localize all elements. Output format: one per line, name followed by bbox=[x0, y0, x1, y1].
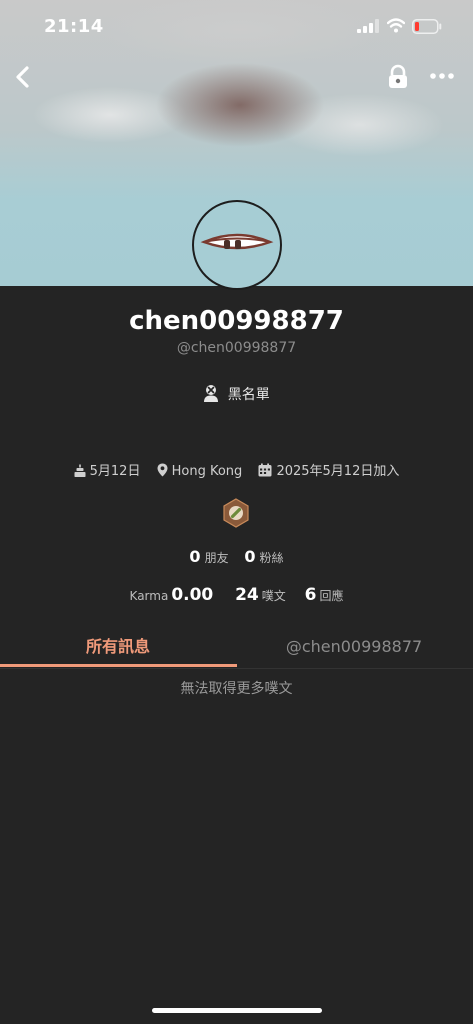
karma-stat: Karma 0.00 bbox=[130, 585, 217, 605]
back-chevron-icon[interactable] bbox=[12, 64, 36, 90]
location-item: Hong Kong bbox=[157, 463, 243, 479]
friends-count[interactable]: 0 朋友 bbox=[189, 547, 228, 566]
cellular-signal-icon bbox=[357, 19, 379, 33]
plurks-value: 24 bbox=[235, 585, 259, 605]
birthday-item: 5月12日 bbox=[74, 460, 141, 479]
profile-handle: @chen00998877 bbox=[176, 340, 297, 356]
tab-all-messages[interactable]: 所有訊息 bbox=[0, 627, 236, 667]
joined-item: 2025年5月12日加入 bbox=[258, 460, 399, 479]
responses-value: 6 bbox=[304, 585, 317, 605]
birthday-text: 5月12日 bbox=[89, 464, 141, 479]
karma-value: 0.00 bbox=[171, 585, 214, 605]
responses-stat: 6 回應 bbox=[302, 585, 344, 605]
profile-meta-row: 5月12日 Hong Kong 2025年5月12日加入 bbox=[0, 460, 473, 479]
active-tab-indicator bbox=[0, 664, 237, 667]
joined-text: 2025年5月12日加入 bbox=[276, 464, 400, 479]
profile-display-name: chen00998877 bbox=[129, 306, 344, 336]
achievement-badge-icon[interactable] bbox=[222, 498, 250, 528]
avatar[interactable] bbox=[192, 200, 282, 290]
blocked-user-icon bbox=[204, 385, 219, 402]
battery-low-icon bbox=[412, 19, 442, 34]
status-bar: 21:14 bbox=[0, 0, 473, 52]
home-indicator[interactable] bbox=[152, 1008, 322, 1013]
eye-drawing-avatar-image bbox=[200, 233, 274, 250]
birthday-cake-icon bbox=[74, 464, 86, 477]
plurks-stat: 24 噗文 bbox=[232, 585, 286, 605]
friends-count-value: 0 bbox=[189, 547, 201, 566]
blacklist-label: 黑名單 bbox=[227, 387, 270, 403]
blacklist-status[interactable]: 黑名單 bbox=[0, 384, 473, 404]
fans-count[interactable]: 0 粉絲 bbox=[244, 547, 283, 566]
calendar-icon bbox=[258, 463, 272, 477]
fans-count-value: 0 bbox=[244, 547, 256, 566]
timeline-tabs: 所有訊息 @chen00998877 bbox=[0, 627, 473, 669]
responses-label: 回應 bbox=[319, 589, 344, 603]
location-pin-icon bbox=[157, 463, 168, 477]
location-text: Hong Kong bbox=[171, 464, 243, 479]
plurks-label: 噗文 bbox=[261, 589, 286, 603]
more-options-icon[interactable] bbox=[428, 66, 456, 86]
no-more-plurks-message: 無法取得更多噗文 bbox=[180, 681, 293, 697]
follow-counts: 0 朋友 0 粉絲 bbox=[0, 547, 473, 566]
friends-count-label: 朋友 bbox=[204, 551, 229, 565]
status-time: 21:14 bbox=[44, 16, 104, 37]
wifi-icon bbox=[387, 18, 405, 33]
tab-mentions[interactable]: @chen00998877 bbox=[236, 627, 472, 667]
fans-count-label: 粉絲 bbox=[259, 551, 284, 565]
activity-stats: Karma 0.00 24 噗文 6 回應 bbox=[0, 585, 473, 605]
karma-label: Karma bbox=[129, 589, 169, 603]
privacy-lock-icon[interactable] bbox=[385, 64, 411, 90]
